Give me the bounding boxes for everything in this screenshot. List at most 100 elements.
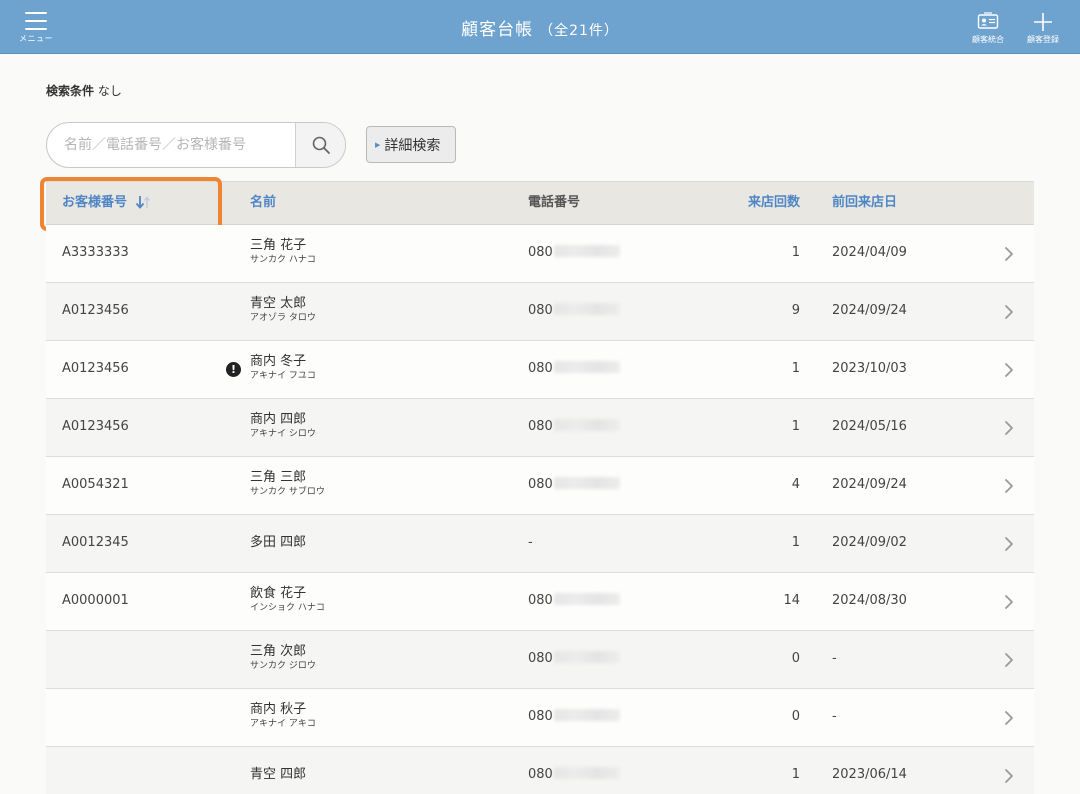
- customer-name: 多田 四郎: [250, 535, 306, 551]
- column-header-last-visit[interactable]: 前回来店日: [832, 182, 897, 224]
- add-customer-button[interactable]: 顧客登録: [1019, 12, 1067, 45]
- table-row[interactable]: 商内 秋子アキナイ アキコ 080 0 -: [46, 689, 1034, 747]
- phone-number: 080: [528, 709, 620, 724]
- phone-prefix: 080: [528, 709, 553, 724]
- table-row[interactable]: A0123456 青空 太郎 アオゾラ タロウ 080 9 2024/09/24: [46, 283, 1034, 341]
- phone-number: 080: [528, 593, 620, 608]
- customer-name: 三角 次郎 サンカク ジロウ: [250, 644, 316, 672]
- customer-name-text: 多田 四郎: [250, 535, 307, 550]
- visit-count: 4: [791, 477, 800, 492]
- customer-no: A0000001: [62, 593, 129, 608]
- search-condition-value: なし: [97, 84, 122, 98]
- customer-name-text: 商内 秋子: [250, 702, 307, 717]
- customer-kana: アオゾラ タロウ: [250, 313, 316, 323]
- customer-name: 三角 花子サンカク ハナコ: [250, 238, 316, 266]
- masked-phone-digits: [553, 361, 620, 373]
- visit-count: 1: [791, 419, 800, 434]
- last-visit-date: 2024/05/16: [832, 419, 907, 434]
- table-row[interactable]: A0012345 多田 四郎 - 1 2024/09/02: [46, 515, 1034, 573]
- customer-name: 三角 三郎サンカク サブロウ: [250, 470, 325, 498]
- chevron-right-icon: [1005, 711, 1013, 725]
- visit-count: 0: [791, 709, 800, 724]
- customer-name-text: 商内 冬子: [250, 354, 307, 369]
- page-title-text: 顧客台帳: [461, 20, 534, 40]
- phone-number: 080: [528, 651, 620, 666]
- column-header-visits[interactable]: 来店回数: [686, 182, 800, 224]
- record-count: （全21件）: [539, 23, 619, 39]
- customer-no: A0012345: [62, 535, 129, 550]
- phone-prefix: 080: [528, 767, 553, 782]
- triangle-right-icon: ▶: [375, 140, 381, 149]
- table-row[interactable]: A0000001 飲食 花子インショク ハナコ 080 14 2024/08/30: [46, 573, 1034, 631]
- last-visit-date: 2024/09/24: [832, 303, 907, 318]
- alert-icon: !: [226, 362, 241, 377]
- merge-customers-button[interactable]: 顧客統合: [964, 12, 1012, 45]
- customer-table: お客様番号 名前 電話番号 来店回数 前回来店日 A3333333 三角 花子サン…: [40, 177, 1034, 794]
- customer-name: 商内 秋子アキナイ アキコ: [250, 702, 316, 730]
- app-header: メニュー 顧客台帳 （全21件） 顧客統合 顧客登録: [0, 0, 1080, 54]
- phone-number: 080: [528, 303, 620, 318]
- table-body: A3333333 三角 花子 サンカク ハナコ 080 1 2024/04/09 A0123…: [46, 225, 1034, 794]
- phone-prefix: 080: [528, 303, 553, 318]
- table-row[interactable]: 三角 次郎 サンカク ジロウ 080 0 -: [46, 631, 1034, 689]
- customer-name-text: 飲食 花子: [250, 586, 307, 601]
- visit-count: 1: [791, 535, 800, 550]
- advanced-search-button[interactable]: ▶ 詳細検索: [366, 126, 456, 163]
- phone-number: 080: [528, 477, 620, 492]
- table-row[interactable]: 青空 四郎 080 1 2023/06/14: [46, 747, 1034, 794]
- customer-name: 青空 太郎アオゾラ タロウ: [250, 296, 316, 324]
- phone-prefix: 080: [528, 651, 553, 666]
- customer-kana: サンカク ハナコ: [250, 255, 316, 265]
- merge-label: 顧客統合: [972, 35, 1004, 44]
- phone-prefix: 080: [528, 593, 553, 608]
- customer-no: A0123456: [62, 419, 129, 434]
- add-label: 顧客登録: [1027, 35, 1059, 44]
- masked-phone-digits: [553, 245, 620, 257]
- masked-phone-digits: [553, 767, 620, 779]
- table-header: お客様番号 名前 電話番号 来店回数 前回来店日: [40, 177, 1034, 231]
- search-icon: [312, 136, 330, 154]
- masked-phone-digits: [553, 477, 620, 489]
- customer-kana: アキナイ フユコ: [250, 371, 316, 381]
- phone-prefix: 080: [528, 419, 553, 434]
- last-visit-date: 2024/09/02: [832, 535, 907, 550]
- customer-no: A0123456: [62, 361, 129, 376]
- column-header-phone: 電話番号: [528, 195, 581, 210]
- visit-count: 1: [791, 767, 800, 782]
- table-row[interactable]: A0123456 商内 四郎 アキナイ シロウ 080 1 2024/05/16: [46, 399, 1034, 457]
- last-visit-date: 2024/09/24: [832, 477, 907, 492]
- chevron-right-icon: [1005, 421, 1013, 435]
- customer-name-text: 青空 太郎: [250, 296, 307, 311]
- customer-kana: アキナイ アキコ: [250, 719, 316, 729]
- masked-phone-digits: [553, 419, 620, 431]
- last-visit-date: 2024/08/30: [832, 593, 907, 608]
- table-row[interactable]: A0054321 三角 三郎 サンカク サブロウ 080 4 2024/09/24: [46, 457, 1034, 515]
- customer-name-text: 三角 三郎: [250, 470, 307, 485]
- column-header-customer-no[interactable]: お客様番号: [62, 182, 151, 224]
- visit-count: 1: [791, 361, 800, 376]
- customer-kana: サンカク サブロウ: [250, 487, 325, 497]
- phone-number: -: [528, 535, 533, 550]
- page-title: 顧客台帳 （全21件）: [0, 15, 1080, 40]
- last-visit-date: -: [832, 709, 837, 724]
- phone-number: 080: [528, 245, 620, 260]
- table-row[interactable]: A0123456! 商内 冬子 アキナイ フユコ 080 1 2023/10/03: [46, 341, 1034, 399]
- table-row[interactable]: A3333333 三角 花子 サンカク ハナコ 080 1 2024/04/09: [46, 225, 1034, 283]
- customer-name: 飲食 花子インショク ハナコ: [250, 586, 325, 614]
- last-visit-date: 2023/06/14: [832, 767, 907, 782]
- customer-no: A3333333: [62, 245, 129, 260]
- visit-count: 14: [783, 593, 800, 608]
- phone-number: 080: [528, 419, 620, 434]
- customer-kana: アキナイ シロウ: [250, 429, 316, 439]
- masked-phone-digits: [553, 593, 620, 605]
- masked-phone-digits: [553, 709, 620, 721]
- search-input[interactable]: [47, 123, 296, 167]
- customer-kana: インショク ハナコ: [250, 603, 325, 613]
- visit-count: 1: [791, 245, 800, 260]
- column-header-name[interactable]: 名前: [250, 182, 276, 224]
- customer-name: 青空 四郎: [250, 767, 306, 783]
- search-button[interactable]: [295, 123, 345, 167]
- customer-name-text: 三角 花子: [250, 238, 307, 253]
- column-header-customer-no-label: お客様番号: [62, 195, 128, 210]
- phone-number: 080: [528, 361, 620, 376]
